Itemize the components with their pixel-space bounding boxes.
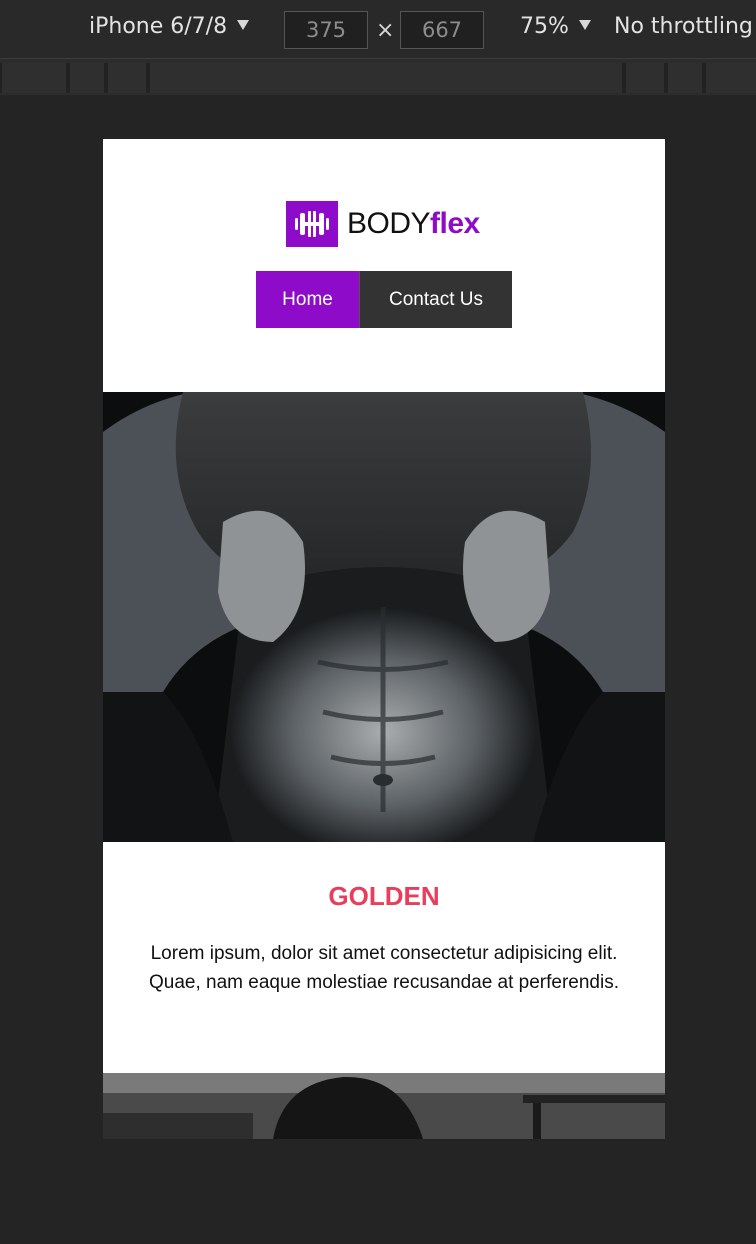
logo-text: BODYflex: [347, 207, 480, 241]
main-nav: Home Contact Us: [256, 271, 512, 328]
media-query-segment[interactable]: [704, 63, 756, 93]
width-input[interactable]: 375: [284, 11, 368, 49]
section-body: Lorem ipsum, dolor sit amet consectetur …: [148, 943, 620, 993]
logo-text-main: BODY: [347, 207, 431, 240]
section-title: GOLDEN: [328, 881, 440, 911]
media-query-segment[interactable]: [106, 63, 148, 93]
media-query-segment[interactable]: [666, 63, 704, 93]
height-input[interactable]: 667: [400, 11, 484, 49]
device-label: iPhone 6/7/8: [89, 14, 228, 39]
site-logo[interactable]: BODYflex: [286, 201, 480, 247]
media-query-segment[interactable]: [68, 63, 106, 93]
device-viewport: BODYflex Home Contact Us GOLDEN Lorem ip…: [103, 139, 665, 1139]
media-query-segment[interactable]: [0, 63, 68, 93]
media-query-segment[interactable]: [148, 63, 624, 93]
secondary-image: [103, 1073, 665, 1139]
device-toolbar: iPhone 6/7/8 375 × 667 75% No throttling: [0, 0, 756, 59]
nav-home-link[interactable]: Home: [256, 271, 359, 328]
hero-image: [103, 392, 665, 842]
chevron-down-icon: [578, 20, 591, 30]
device-select[interactable]: iPhone 6/7/8: [89, 14, 250, 39]
chevron-down-icon: [237, 20, 250, 30]
dumbbell-icon: [286, 201, 338, 247]
logo-text-accent: flex: [430, 207, 480, 240]
dimension-separator: ×: [376, 18, 395, 43]
nav-contact-link[interactable]: Contact Us: [359, 271, 512, 328]
zoom-label: 75%: [520, 14, 569, 39]
media-query-bar: [0, 59, 756, 95]
throttling-select[interactable]: No throttling: [614, 14, 753, 39]
zoom-select[interactable]: 75%: [520, 14, 591, 39]
media-query-segment[interactable]: [624, 63, 666, 93]
